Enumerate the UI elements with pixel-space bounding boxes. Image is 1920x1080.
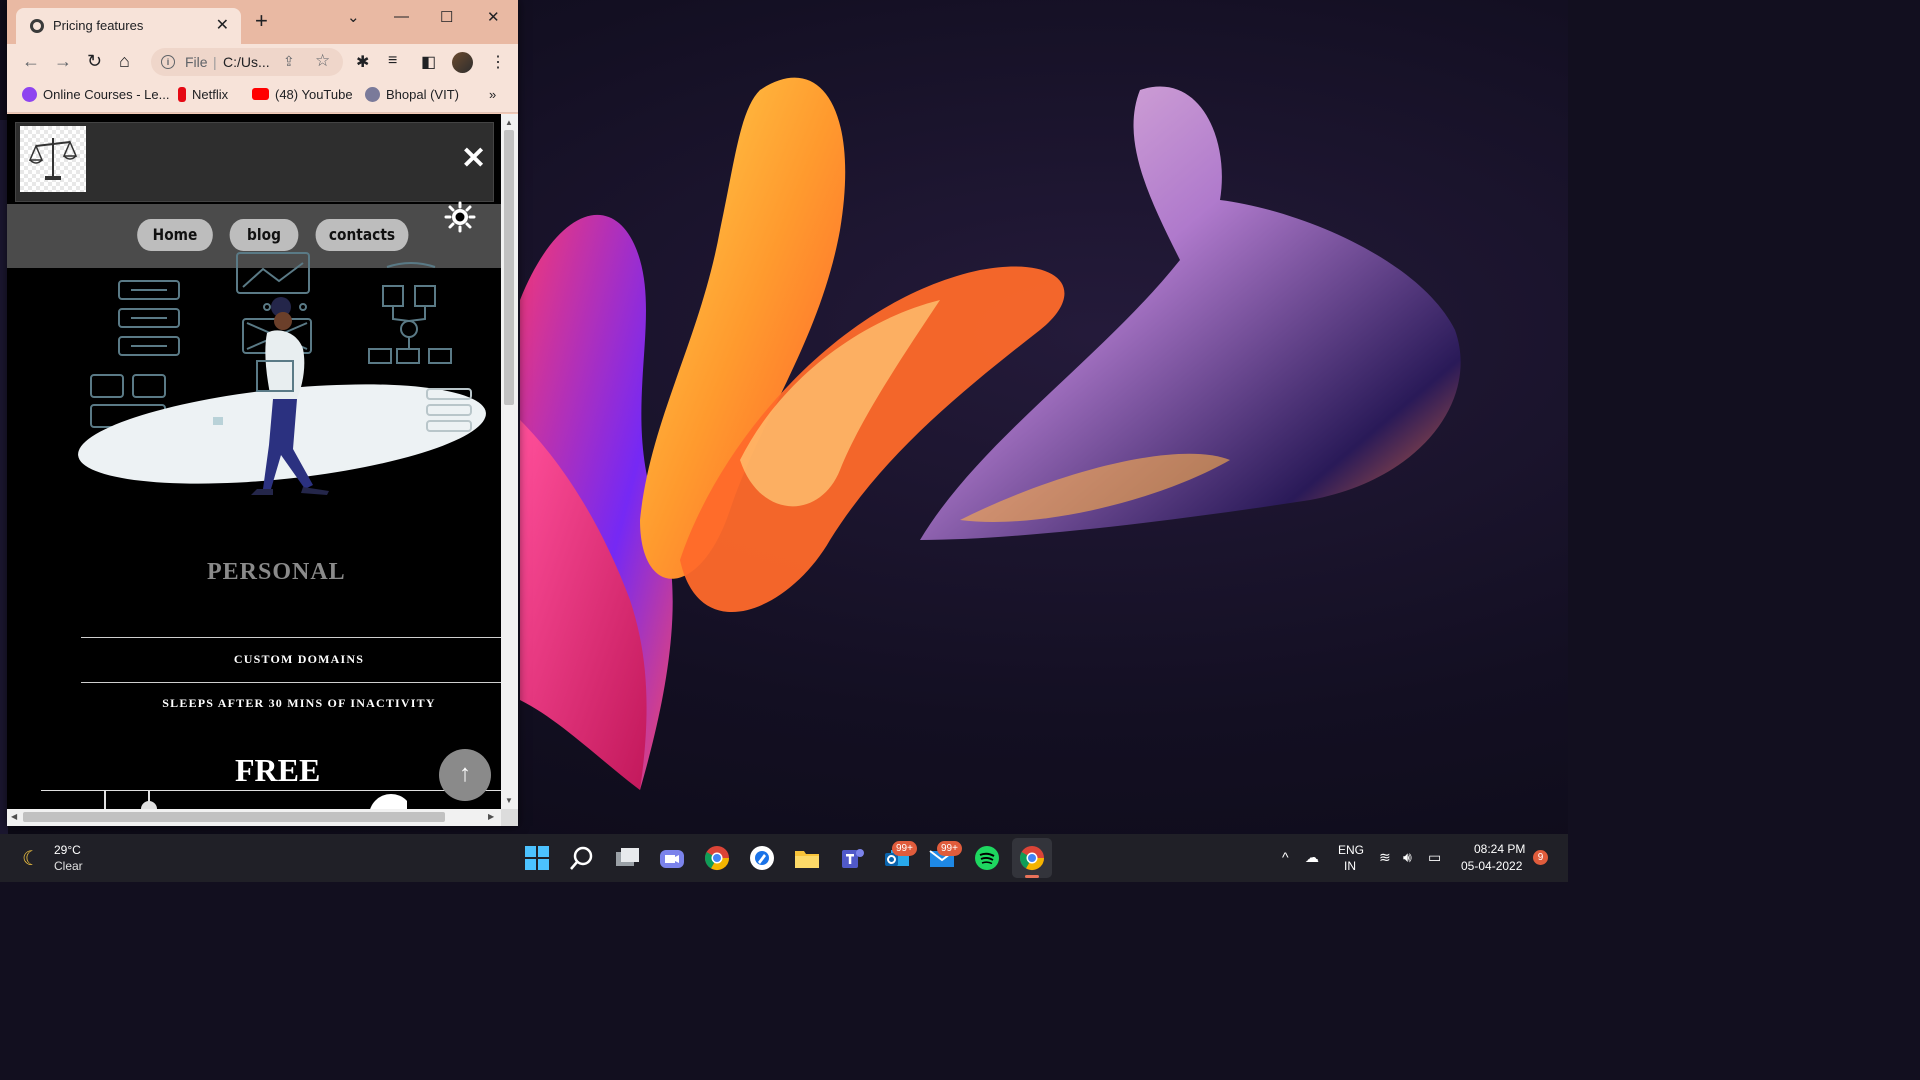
scrollbar-corner — [501, 809, 518, 826]
page-viewport: ✕ Home blog contacts PERSONAL CUSTOM DOM… — [7, 114, 501, 809]
battery-icon[interactable]: ▭ — [1428, 849, 1441, 866]
clock-date[interactable]: 05-04-2022 — [1461, 859, 1522, 873]
spotify-icon[interactable] — [973, 844, 1001, 872]
plan-price: FREE — [235, 752, 321, 788]
bookmark-label: Netflix — [192, 87, 229, 102]
windows-taskbar: ☾ 29°C Clear 99+ 99+ ^ ☁ ENG IN ≋ 🔊︎ ▭ 0… — [0, 834, 1568, 882]
close-window-button[interactable]: ✕ — [487, 8, 500, 26]
feature-sleeps: SLEEPS AFTER 30 MINS OF INACTIVITY — [162, 696, 436, 710]
media-control-icon[interactable]: ≡ — [388, 52, 397, 70]
wifi-icon[interactable]: ≋ — [1379, 849, 1391, 866]
feature-custom-domains: CUSTOM DOMAINS — [233, 652, 365, 666]
file-explorer-icon[interactable] — [793, 844, 821, 872]
globe-icon — [30, 19, 44, 33]
volume-icon[interactable]: 🔊︎ — [1403, 849, 1412, 866]
feature-divider — [81, 637, 501, 638]
chat-camera-icon[interactable] — [658, 844, 686, 872]
forward-arrow-icon[interactable]: → — [54, 52, 72, 70]
netflix-favicon-icon — [178, 87, 186, 102]
hidden-icons-chevron-icon[interactable]: ^ — [1282, 849, 1289, 865]
bookmark-label: Bhopal (VIT) — [386, 87, 459, 102]
maximize-button[interactable]: ☐ — [440, 8, 453, 26]
tab-pricing-features[interactable]: Pricing features ✕ — [16, 8, 241, 44]
youtube-favicon-icon — [252, 88, 269, 100]
writing-app-icon[interactable] — [748, 844, 776, 872]
reload-icon[interactable]: ↻ — [87, 52, 102, 70]
onedrive-cloud-icon[interactable]: ☁ — [1305, 849, 1319, 866]
address-scheme: File — [185, 54, 208, 70]
browser-titlebar: Pricing features ✕ + ⌄ — ☐ ✕ — [7, 0, 518, 44]
weather-description[interactable]: Clear — [54, 859, 83, 873]
tab-title: Pricing features — [53, 18, 144, 33]
clock-time[interactable]: 08:24 PM — [1474, 842, 1525, 856]
site-header — [15, 122, 494, 202]
weather-moon-icon[interactable]: ☾ — [22, 846, 40, 871]
tab-close-icon[interactable]: ✕ — [216, 15, 229, 35]
horizontal-scrollbar[interactable]: ◀ ▶ — [7, 809, 501, 826]
outlook-badge: 99+ — [892, 841, 917, 856]
address-url[interactable]: C:/Us... — [223, 54, 270, 70]
next-illustration-peek — [104, 790, 407, 809]
nav-contacts-button[interactable]: contacts — [315, 219, 409, 251]
input-region[interactable]: IN — [1344, 859, 1356, 873]
theme-toggle-sun-icon[interactable] — [444, 201, 476, 233]
chrome-active-icon[interactable] — [1012, 838, 1052, 878]
home-icon[interactable]: ⌂ — [119, 52, 130, 70]
task-view-icon[interactable] — [613, 844, 641, 872]
weather-temperature[interactable]: 29°C — [54, 843, 81, 857]
vertical-scrollbar[interactable]: ▲ ▼ — [501, 114, 518, 809]
scroll-to-top-button[interactable]: ↑ — [439, 749, 491, 801]
scales-icon — [28, 138, 78, 180]
new-tab-button[interactable]: + — [255, 10, 268, 32]
vit-favicon-icon — [365, 87, 380, 102]
bookmark-label: Online Courses - Le... — [43, 87, 170, 102]
minimize-button[interactable]: — — [394, 8, 409, 25]
plan-title: PERSONAL — [207, 559, 346, 585]
scroll-up-arrow-icon[interactable]: ▲ — [505, 118, 513, 127]
bookmarks-bar: Online Courses - Le... Netflix (48) YouT… — [7, 80, 518, 113]
search-icon[interactable] — [568, 844, 596, 872]
start-windows-icon[interactable] — [523, 844, 551, 872]
profile-avatar[interactable] — [452, 52, 473, 73]
bookmark-online-courses[interactable]: Online Courses - Le... — [22, 87, 169, 102]
nav-blog-button[interactable]: blog — [229, 219, 299, 251]
scroll-down-arrow-icon[interactable]: ▼ — [505, 796, 513, 805]
scroll-right-arrow-icon[interactable]: ▶ — [488, 812, 494, 821]
menu-close-icon[interactable]: ✕ — [461, 144, 486, 174]
scroll-left-arrow-icon[interactable]: ◀ — [11, 812, 17, 821]
browser-toolbar: ← → ↻ ⌂ i File | C:/Us... ⇪ ☆ ✱ ≡ ◧ ⋮ — [7, 44, 518, 80]
menu-kebab-icon[interactable]: ⋮ — [490, 52, 506, 72]
bookmark-bhopal-vit[interactable]: Bhopal (VIT) — [365, 87, 459, 102]
address-separator: | — [213, 54, 217, 70]
bookmark-netflix[interactable]: Netflix — [178, 87, 228, 102]
site-logo[interactable] — [20, 126, 86, 192]
mail-badge: 99+ — [937, 841, 962, 856]
address-bar[interactable]: i File | C:/Us... ⇪ ☆ — [151, 48, 343, 76]
extensions-puzzle-icon[interactable]: ✱ — [356, 52, 369, 72]
nav-home-button[interactable]: Home — [137, 219, 213, 251]
bookmark-label: (48) YouTube — [275, 87, 353, 102]
notification-count-badge[interactable]: 9 — [1533, 850, 1548, 865]
back-arrow-icon[interactable]: ← — [22, 52, 40, 70]
hero-illustration — [78, 252, 486, 495]
chrome-icon[interactable] — [703, 844, 731, 872]
bookmarks-overflow-icon[interactable]: » — [489, 87, 496, 102]
info-icon[interactable]: i — [161, 55, 175, 69]
feature-divider — [81, 682, 501, 683]
browser-window: Pricing features ✕ + ⌄ — ☐ ✕ ← → ↻ ⌂ i F… — [7, 0, 518, 826]
bookmark-youtube[interactable]: (48) YouTube — [252, 87, 353, 102]
side-panel-icon[interactable]: ◧ — [421, 52, 436, 72]
vertical-scroll-thumb[interactable] — [504, 130, 514, 405]
input-language[interactable]: ENG — [1338, 843, 1364, 857]
horizontal-scroll-thumb[interactable] — [23, 812, 445, 822]
share-icon[interactable]: ⇪ — [283, 53, 295, 70]
bookmark-star-icon[interactable]: ☆ — [315, 51, 330, 71]
online-courses-favicon-icon — [22, 87, 37, 102]
tab-search-chevron-icon[interactable]: ⌄ — [347, 8, 360, 26]
teams-icon[interactable] — [838, 844, 866, 872]
active-app-indicator — [1025, 875, 1039, 878]
